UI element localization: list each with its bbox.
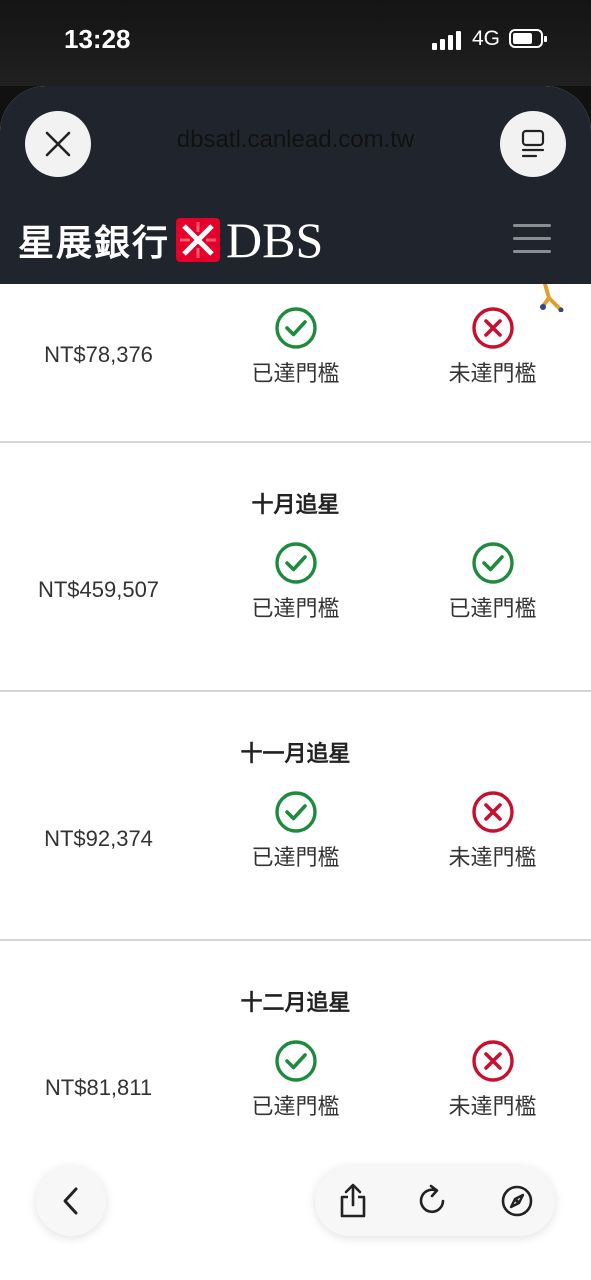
- month-title: 十一月追星: [240, 742, 351, 767]
- reload-button[interactable]: [413, 1181, 453, 1221]
- logo-chinese: 星展銀行: [18, 222, 171, 264]
- x-circle-icon: [471, 1040, 514, 1082]
- menu-icon[interactable]: [513, 224, 551, 254]
- table-row: 十月追星 NT$459,507 已達門檻 已達門檻: [0, 443, 591, 691]
- table-row: NT$78,376 已達門檻 未達門檻: [0, 284, 591, 442]
- logo-english: DBS: [226, 212, 324, 268]
- status-label: 已達門檻: [448, 597, 537, 622]
- dbs-star-icon: [176, 218, 221, 262]
- site-header: dbsatl.canlead.com.tw 星展銀行 DBS: [0, 86, 591, 284]
- compass-icon: [501, 1185, 533, 1217]
- back-button[interactable]: [36, 1166, 106, 1236]
- check-circle-icon: [274, 1040, 317, 1082]
- status-cell-2: 未達門檻: [394, 790, 591, 872]
- status-cell-1: 已達門檻: [197, 1039, 394, 1121]
- status-bar: 13:28 4G: [0, 0, 591, 86]
- x-circle-icon: [471, 307, 514, 349]
- check-circle-icon: [274, 307, 317, 349]
- month-title: 十月追星: [251, 493, 340, 518]
- battery-icon: [509, 29, 547, 48]
- check-circle-icon: [471, 542, 514, 584]
- amount-value: NT$92,374: [44, 826, 153, 851]
- status-cell-1: 已達門檻: [197, 541, 394, 623]
- reader-button[interactable]: [500, 111, 566, 177]
- check-circle-icon: [274, 791, 317, 833]
- status-cell-2: 未達門檻: [394, 1039, 591, 1121]
- status-label: 未達門檻: [448, 362, 537, 387]
- back-chevron-icon: [63, 1187, 78, 1215]
- dbs-logo[interactable]: 星展銀行 DBS: [18, 214, 323, 266]
- amount-value: NT$81,811: [44, 1075, 153, 1100]
- network-type: 4G: [472, 27, 501, 50]
- share-button[interactable]: [333, 1181, 373, 1221]
- status-cell-1: 已達門檻: [197, 306, 394, 388]
- check-circle-icon: [274, 542, 317, 584]
- status-label: 已達門檻: [251, 846, 340, 871]
- amount-value: NT$78,376: [44, 342, 153, 367]
- status-label: 已達門檻: [251, 1095, 340, 1120]
- threshold-table: NT$78,376 已達門檻 未達門檻 十月追星 NT$459,507 已達門檻…: [0, 284, 591, 1280]
- cellular-signal-icon: [432, 30, 464, 50]
- browser-sheet: dbsatl.canlead.com.tw 星展銀行 DBS NT$78,376…: [0, 86, 591, 1280]
- status-time: 13:28: [64, 24, 131, 54]
- reload-icon: [419, 1184, 445, 1213]
- status-label: 未達門檻: [448, 1095, 537, 1120]
- table-row: 十一月追星 NT$92,374 已達門檻 未達門檻: [0, 692, 591, 940]
- compass-button[interactable]: [497, 1181, 537, 1221]
- x-circle-icon: [471, 791, 514, 833]
- status-label: 已達門檻: [251, 597, 340, 622]
- share-icon: [340, 1183, 366, 1218]
- status-cell-2: 未達門檻: [394, 306, 591, 388]
- month-title: 十二月追星: [240, 991, 351, 1016]
- status-label: 已達門檻: [251, 362, 340, 387]
- table-row: 十二月追星 NT$81,811 已達門檻 未達門檻: [0, 941, 591, 1201]
- reader-icon: [521, 129, 545, 158]
- status-cell-2: 已達門檻: [394, 541, 591, 623]
- browser-toolbar: [315, 1166, 555, 1236]
- status-cell-1: 已達門檻: [197, 790, 394, 872]
- amount-value: NT$459,507: [37, 577, 160, 602]
- status-label: 未達門檻: [448, 846, 537, 871]
